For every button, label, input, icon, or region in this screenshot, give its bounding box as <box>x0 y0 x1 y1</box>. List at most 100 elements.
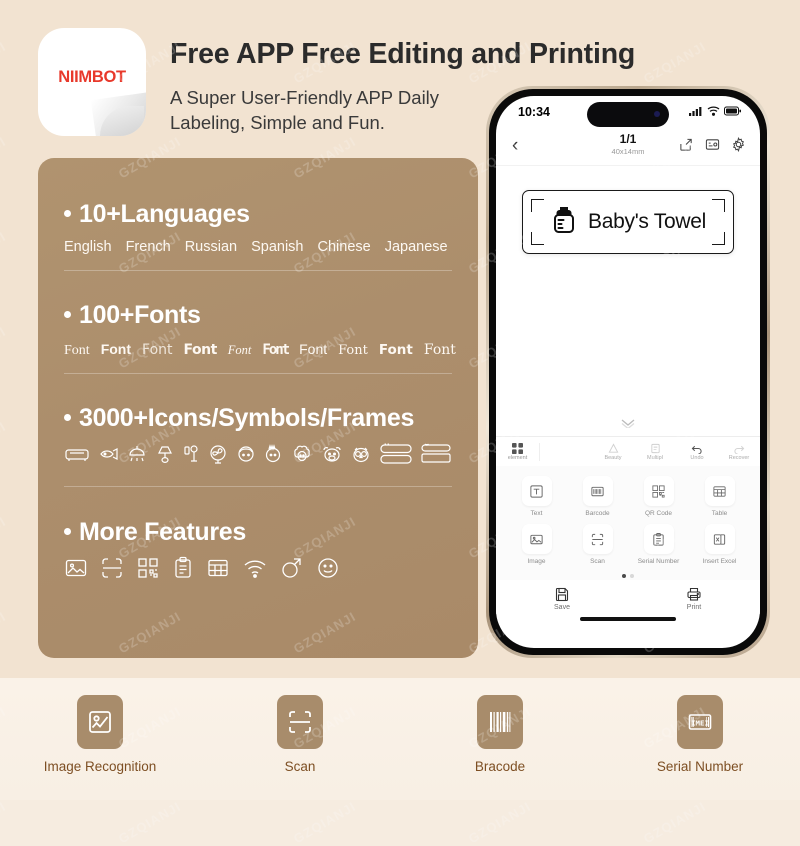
font-sample: Font <box>299 341 328 357</box>
status-bar: 10:34 <box>496 96 760 130</box>
divider <box>64 373 452 374</box>
font-sample: Font <box>64 343 90 358</box>
tool-barcode-box <box>582 476 613 506</box>
toolbar-recover-button[interactable]: Recover <box>724 443 754 461</box>
tool-insert-excel-box <box>704 524 735 554</box>
phone-bezel: 10:34 ‹ 1/1 40x14mm Baby's Towel element… <box>489 89 767 655</box>
tool-barcode[interactable]: Barcode <box>567 476 628 517</box>
strip-item-barcode[interactable]: Bracode <box>400 695 600 774</box>
language-item: Russian <box>184 239 238 255</box>
grid-icon <box>512 442 523 454</box>
girl-face-icon <box>265 444 281 463</box>
chevron-left-icon[interactable]: ‹ <box>512 136 518 155</box>
text-icon <box>530 484 543 498</box>
niimbot-logo: NIIMBOT <box>38 28 146 136</box>
dynamic-island <box>587 102 669 127</box>
tool-serial-number-box <box>643 524 674 554</box>
feature-languages: 10+Languages English French Russian Span… <box>64 200 448 255</box>
smiley-icon <box>318 558 338 578</box>
bullet-dot <box>64 210 71 218</box>
pendant-lamp-icon <box>129 446 145 462</box>
tool-serial-number[interactable]: Serial Number <box>628 524 689 565</box>
feature-fonts-title: 100+Fonts <box>64 301 456 330</box>
font-sample: Font <box>142 342 173 358</box>
tool-scan[interactable]: Scan <box>567 524 628 565</box>
label-canvas[interactable]: Baby's Towel <box>496 166 760 436</box>
svg-text:IMEI: IMEI <box>691 719 709 728</box>
tool-image-label: Image <box>527 558 546 565</box>
save-icon <box>555 587 569 602</box>
share-icon[interactable] <box>679 137 694 152</box>
tool-scan-label: Scan <box>590 558 605 565</box>
divider <box>64 486 452 487</box>
logo-text: NIIMBOT <box>58 68 126 86</box>
scan-icon <box>591 533 604 545</box>
imei-icon: IMEI <box>688 714 712 730</box>
symbol-icon-row <box>64 442 452 466</box>
toolbar-multiple-button[interactable]: Multipl <box>640 443 670 461</box>
bullet-dot <box>64 414 71 422</box>
tool-qrcode[interactable]: QR Code <box>628 476 689 517</box>
template-icon[interactable] <box>705 137 720 152</box>
label-preview[interactable]: Baby's Towel <box>522 190 734 254</box>
toolbar-undo-button[interactable]: Undo <box>682 443 712 461</box>
nav-icon-group <box>679 137 746 152</box>
table-icon <box>208 559 228 577</box>
tool-insert-excel[interactable]: Insert Excel <box>689 524 750 565</box>
image-recognition-icon <box>89 711 111 733</box>
page-title: Free APP Free Editing and Printing <box>170 38 636 70</box>
excel-icon <box>713 533 726 545</box>
gear-icon[interactable] <box>731 137 746 152</box>
strip-item-image-recognition[interactable]: Image Recognition <box>0 695 200 774</box>
barcode-icon <box>490 712 511 732</box>
font-sample: Font <box>100 341 132 357</box>
label-text: Baby's Towel <box>588 210 706 233</box>
strip-item-scan[interactable]: Scan <box>200 695 400 774</box>
boy-face-icon <box>238 446 254 462</box>
nav-center: 1/1 40x14mm <box>612 132 645 156</box>
toolbar-beauty-button[interactable]: Beauty <box>598 442 628 461</box>
save-button[interactable]: Save <box>532 586 592 611</box>
toolbar-undo-label: Undo <box>690 454 704 461</box>
bullet-dot <box>64 528 71 536</box>
pager-dot[interactable] <box>622 574 626 578</box>
strip-tile <box>277 695 323 749</box>
tool-table[interactable]: Table <box>689 476 750 517</box>
qr-code-icon <box>138 558 158 578</box>
fish-icon <box>100 448 118 460</box>
features-card: 10+Languages English French Russian Span… <box>38 158 478 658</box>
watermark-text: GZQIANJI <box>640 798 709 846</box>
tool-pager[interactable] <box>496 569 760 580</box>
language-item: Chinese <box>317 239 371 255</box>
redo-icon <box>734 445 745 454</box>
fan-icon <box>210 445 226 464</box>
frame-split-icon <box>380 443 412 464</box>
bottom-feature-strip: Image Recognition Scan Bracode IMEI Seri… <box>0 695 800 774</box>
strip-label: Image Recognition <box>43 759 157 774</box>
language-item: French <box>125 239 171 255</box>
tool-text[interactable]: Text <box>506 476 567 517</box>
print-button[interactable]: Print <box>664 586 724 611</box>
clipboard-icon <box>175 556 191 578</box>
feature-fonts: 100+Fonts Font Font Font Font Font Font … <box>64 301 456 359</box>
serial-number-icon <box>653 532 664 546</box>
frame-label-icon <box>421 443 451 463</box>
rotate-icon <box>282 558 301 578</box>
tool-text-box <box>521 476 552 506</box>
wifi-icon <box>707 106 720 116</box>
tool-image[interactable]: Image <box>506 524 567 565</box>
pager-dot[interactable] <box>630 574 634 578</box>
tool-table-label: Table <box>711 510 728 517</box>
language-item: Spanish <box>251 239 304 255</box>
feature-icons-title: 3000+Icons/Symbols/Frames <box>64 404 452 433</box>
label-size: 40x14mm <box>611 147 645 156</box>
wifi-icon <box>244 560 266 578</box>
chevron-down-icon[interactable] <box>619 418 637 428</box>
strip-item-serial-number[interactable]: IMEI Serial Number <box>600 695 800 774</box>
corner-mark <box>531 199 544 212</box>
language-item: Japanese <box>384 239 448 255</box>
toolbar-element-button[interactable]: element <box>496 442 540 461</box>
strip-tile <box>477 695 523 749</box>
phone-frame: 10:34 ‹ 1/1 40x14mm Baby's Towel element… <box>486 86 770 658</box>
font-sample: Font <box>378 342 413 358</box>
